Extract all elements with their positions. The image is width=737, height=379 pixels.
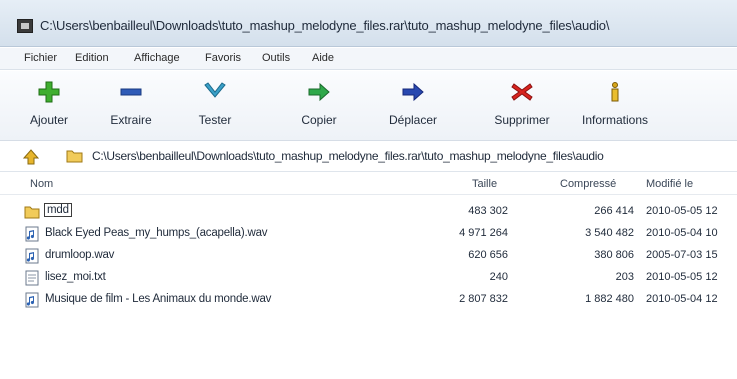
- file-row[interactable]: Black Eyed Peas_my_humps_(acapella).wav …: [0, 223, 737, 245]
- file-modified: 2010-05-05 12: [646, 271, 718, 283]
- title-bar[interactable]: C:\Users\benbailleul\Downloads\tuto_mash…: [0, 0, 737, 47]
- file-row[interactable]: drumloop.wav 620 656 380 806 2005-07-03 …: [0, 245, 737, 267]
- file-row[interactable]: Musique de film - Les Animaux du monde.w…: [0, 289, 737, 311]
- file-packed: 203: [615, 271, 634, 283]
- test-label: Tester: [198, 113, 232, 127]
- file-name: Black Eyed Peas_my_humps_(acapella).wav: [45, 227, 268, 239]
- audio-file-icon: [25, 248, 39, 264]
- file-modified: 2010-05-04 10: [646, 227, 718, 239]
- text-file-icon: [25, 270, 39, 286]
- column-header-size[interactable]: Taille: [472, 178, 497, 190]
- audio-file-icon: [25, 226, 39, 242]
- extract-button[interactable]: Extraire: [103, 77, 159, 137]
- menu-bar: Fichier Edition Affichage Favoris Outils…: [0, 48, 737, 70]
- file-name: drumloop.wav: [45, 249, 115, 261]
- file-modified: 2010-05-05 12: [646, 205, 718, 217]
- address-bar: C:\Users\benbailleul\Downloads\tuto_mash…: [0, 142, 737, 172]
- move-button[interactable]: Déplacer: [382, 77, 444, 137]
- move-arrow-icon: [402, 82, 424, 102]
- checkmark-icon: [204, 82, 226, 98]
- address-path[interactable]: C:\Users\benbailleul\Downloads\tuto_mash…: [92, 149, 604, 163]
- file-size: 4 971 264: [459, 227, 508, 239]
- extract-label: Extraire: [110, 113, 152, 127]
- copy-arrow-icon: [308, 82, 330, 102]
- plus-icon: [38, 81, 60, 103]
- column-header-packed[interactable]: Compressé: [560, 178, 616, 190]
- archive-window: C:\Users\benbailleul\Downloads\tuto_mash…: [0, 0, 737, 379]
- folder-icon: [66, 150, 83, 163]
- file-packed: 266 414: [594, 205, 634, 217]
- file-size: 240: [489, 271, 508, 283]
- file-row[interactable]: mdd 483 302 266 414 2010-05-05 12: [0, 201, 737, 223]
- copy-button[interactable]: Copier: [292, 77, 346, 137]
- toolbar: Ajouter Extraire Tester Copier Déplacer: [0, 71, 737, 141]
- file-modified: 2010-05-04 12: [646, 293, 718, 305]
- menu-fichier[interactable]: Fichier: [24, 52, 57, 64]
- file-packed: 3 540 482: [585, 227, 634, 239]
- column-header-modified[interactable]: Modifié le: [646, 178, 693, 190]
- file-modified: 2005-07-03 15: [646, 249, 718, 261]
- test-button[interactable]: Tester: [190, 77, 240, 137]
- file-size: 2 807 832: [459, 293, 508, 305]
- folder-icon: [24, 206, 40, 219]
- info-label: Informations: [581, 113, 649, 127]
- info-icon: [611, 82, 619, 102]
- file-name: lisez_moi.txt: [45, 271, 106, 283]
- up-folder-icon[interactable]: [22, 148, 40, 166]
- delete-button[interactable]: Supprimer: [485, 77, 559, 137]
- copy-label: Copier: [301, 113, 337, 127]
- archive-app-icon: [17, 19, 33, 33]
- menu-outils[interactable]: Outils: [262, 52, 290, 64]
- delete-label: Supprimer: [494, 113, 550, 127]
- file-size: 483 302: [468, 205, 508, 217]
- menu-aide[interactable]: Aide: [312, 52, 334, 64]
- minus-icon: [120, 88, 142, 96]
- info-button[interactable]: Informations: [570, 77, 660, 137]
- file-row[interactable]: lisez_moi.txt 240 203 2010-05-05 12: [0, 267, 737, 289]
- file-list: Nom Taille Compressé Modifié le mdd 483 …: [0, 173, 737, 379]
- delete-x-icon: [511, 83, 533, 101]
- file-name: Musique de film - Les Animaux du monde.w…: [45, 293, 272, 305]
- menu-affichage[interactable]: Affichage: [134, 52, 180, 64]
- add-label: Ajouter: [29, 113, 69, 127]
- menu-edition[interactable]: Edition: [75, 52, 109, 64]
- file-packed: 380 806: [594, 249, 634, 261]
- window-title: C:\Users\benbailleul\Downloads\tuto_mash…: [40, 18, 610, 33]
- list-header: Nom Taille Compressé Modifié le: [0, 173, 737, 195]
- menu-favoris[interactable]: Favoris: [205, 52, 241, 64]
- audio-file-icon: [25, 292, 39, 308]
- move-label: Déplacer: [388, 113, 438, 127]
- column-header-name[interactable]: Nom: [30, 178, 53, 190]
- file-size: 620 656: [468, 249, 508, 261]
- file-name-edit[interactable]: mdd: [44, 203, 72, 217]
- add-button[interactable]: Ajouter: [24, 77, 74, 137]
- file-packed: 1 882 480: [585, 293, 634, 305]
